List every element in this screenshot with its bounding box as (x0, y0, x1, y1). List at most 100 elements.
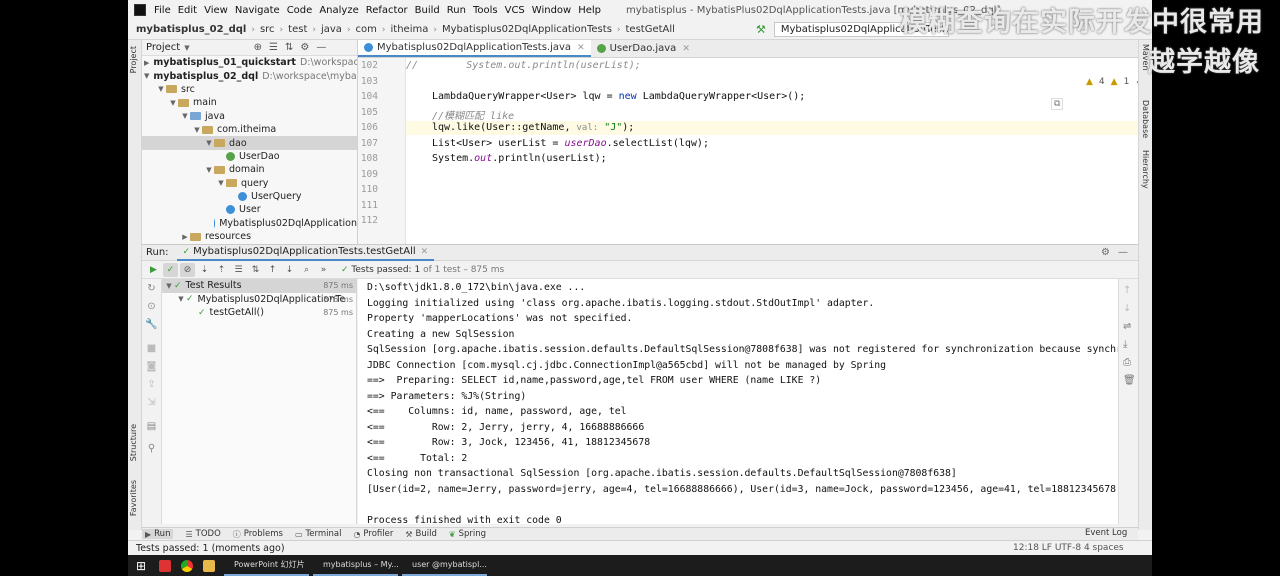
chevron-down-icon[interactable]: ▼ (184, 44, 189, 52)
console-output[interactable]: D:\soft\jdk1.8.0_172\bin\java.exe ... Lo… (358, 279, 1118, 524)
test-result-row[interactable]: ✓ testGetAll() 875 ms (162, 306, 356, 320)
chevron-down-icon[interactable]: ▼ (204, 139, 214, 147)
layout-icon[interactable]: ▤ (145, 421, 158, 432)
breadcrumb-class[interactable]: Mybatisplus02DqlApplicationTests (442, 24, 612, 35)
menu-navigate[interactable]: Navigate (235, 5, 280, 16)
app-icon-red[interactable] (154, 555, 176, 576)
tool-tab-problems[interactable]: ⓘ Problems (233, 529, 283, 540)
breadcrumb-test[interactable]: test (288, 24, 307, 35)
up-arrow-icon[interactable]: ↑ (265, 263, 280, 277)
minimize-icon[interactable]: — (1118, 247, 1128, 258)
down-arrow-icon[interactable]: ↓ (1123, 303, 1131, 314)
test-result-row[interactable]: ▼ ✓ Mybatisplus02DqlApplicationTe 875 ms (162, 293, 356, 307)
breadcrumb-method[interactable]: testGetAll (626, 24, 675, 35)
tool-tab-build[interactable]: ⚒ Build (405, 529, 437, 539)
chevron-down-icon[interactable]: ▼ (164, 282, 174, 290)
chevron-down-icon[interactable]: ▼ (144, 72, 149, 80)
collapse-all-icon[interactable]: ⇅ (248, 263, 263, 277)
structure-tool-tab[interactable]: Structure (129, 424, 138, 461)
show-ignored-icon[interactable]: ⊘ (180, 262, 195, 277)
menu-edit[interactable]: Edit (178, 5, 197, 16)
chevron-down-icon[interactable]: ▼ (216, 179, 226, 187)
menu-tools[interactable]: Tools (473, 5, 498, 16)
task-database[interactable]: user @mybatispl... (402, 555, 487, 576)
task-intellij[interactable]: mybatisplus – My... (313, 555, 398, 576)
tree-item[interactable]: ▼ mybatisplus_02_dql D:\workspace\mybati… (142, 69, 357, 82)
target-icon[interactable]: ⊕ (254, 42, 262, 53)
chevron-right-icon[interactable]: ▶ (144, 59, 149, 67)
menu-file[interactable]: File (154, 5, 171, 16)
reader-mode-icon[interactable]: ⧉ (1051, 98, 1064, 110)
chrome-icon[interactable] (176, 555, 198, 576)
menu-view[interactable]: View (204, 5, 228, 16)
up-arrow-icon[interactable]: ↑ (1123, 285, 1131, 296)
gear-icon[interactable]: ⚙ (1101, 247, 1110, 258)
breadcrumb-module[interactable]: mybatisplus_02_dql (136, 24, 246, 35)
menu-build[interactable]: Build (415, 5, 440, 16)
breadcrumb-itheima[interactable]: itheima (391, 24, 429, 35)
project-tool-tab[interactable]: Project (129, 46, 138, 73)
chevron-down-icon[interactable]: ▼ (192, 126, 202, 134)
breadcrumb-src[interactable]: src (260, 24, 275, 35)
down-arrow-icon[interactable]: ↓ (282, 263, 297, 277)
tree-item[interactable]: ▶ mybatisplus_01_quickstart D:\workspace… (142, 56, 357, 69)
close-icon[interactable]: ✕ (577, 43, 585, 53)
tab-userdao-java[interactable]: UserDao.java ✕ (591, 40, 696, 57)
toggle-auto-test-icon[interactable]: ⊙ (145, 301, 158, 312)
menu-code[interactable]: Code (287, 5, 313, 16)
tab-tests-java[interactable]: Mybatisplus02DqlApplicationTests.java ✕ (358, 40, 591, 57)
tree-item[interactable]: ▶ resources (142, 230, 357, 243)
menu-help[interactable]: Help (578, 5, 601, 16)
chevron-down-icon[interactable]: ▼ (176, 295, 186, 303)
sort-duration-icon[interactable]: ⇡ (214, 263, 229, 277)
database-tool-tab[interactable]: Database (1141, 100, 1150, 138)
tool-tab-profiler[interactable]: ◔ Profiler (353, 529, 393, 539)
chevron-right-icon[interactable]: ▶ (180, 233, 190, 241)
event-log-button[interactable]: Event Log (1085, 528, 1127, 538)
tool-tab-todo[interactable]: ☰ TODO (185, 529, 220, 539)
scroll-to-end-icon[interactable]: ⤓ (1123, 339, 1127, 350)
folder-icon[interactable] (198, 555, 220, 576)
tree-item[interactable]: ▼ java (142, 110, 357, 123)
chevron-down-icon[interactable]: ▼ (156, 85, 166, 93)
expand-all-icon[interactable]: ☰ (269, 42, 278, 53)
soft-wrap-icon[interactable]: ⇌ (1123, 321, 1131, 332)
tree-item[interactable]: UserDao (142, 150, 357, 163)
expand-all-icon[interactable]: ☰ (231, 263, 246, 277)
show-passed-icon[interactable]: ✓ (163, 262, 178, 277)
import-icon[interactable]: ⇲ (145, 397, 158, 408)
search-icon[interactable]: ⌕ (299, 263, 314, 277)
tool-tab-run[interactable]: ▶ Run (142, 529, 174, 539)
test-result-row[interactable]: ▼ ✓ Test Results 875 ms (162, 279, 356, 293)
tree-item[interactable]: ▼ main (142, 96, 357, 109)
hammer-icon[interactable]: ⚒ (756, 23, 766, 36)
chevron-down-icon[interactable]: ▼ (168, 99, 178, 107)
tree-item[interactable]: ▼ src (142, 83, 357, 96)
run-tab[interactable]: ✓ Mybatisplus02DqlApplicationTests.testG… (176, 245, 435, 261)
breadcrumb-java[interactable]: java (321, 24, 342, 35)
minimize-icon[interactable]: — (316, 42, 326, 53)
project-panel-title[interactable]: Project (146, 42, 180, 53)
menu-analyze[interactable]: Analyze (319, 5, 358, 16)
code-area[interactable]: // System.out.println(userList); LambdaQ… (406, 58, 1138, 244)
rerun-failed-icon[interactable]: ↻ (145, 283, 158, 294)
chevron-down-icon[interactable]: ▼ (204, 166, 214, 174)
sort-alpha-icon[interactable]: ⇣ (197, 263, 212, 277)
chevron-down-icon[interactable]: ▼ (180, 112, 190, 120)
menu-refactor[interactable]: Refactor (366, 5, 408, 16)
menu-window[interactable]: Window (532, 5, 571, 16)
more-icon[interactable]: » (316, 263, 331, 277)
favorites-tool-tab[interactable]: Favorites (129, 480, 138, 516)
tree-item[interactable]: ▼ com.itheima (142, 123, 357, 136)
tree-item[interactable]: Mybatisplus02DqlApplication (142, 217, 357, 230)
tree-item[interactable]: User (142, 203, 357, 216)
stop-icon[interactable]: ■ (145, 343, 158, 354)
camera-icon[interactable]: ◙ (145, 361, 158, 372)
pin-icon[interactable]: ⚲ (145, 443, 158, 454)
breadcrumb-com[interactable]: com (356, 24, 377, 35)
tool-tab-spring[interactable]: ❦ Spring (449, 529, 486, 539)
close-icon[interactable]: ✕ (421, 247, 429, 257)
print-icon[interactable]: ⎙ (1123, 357, 1131, 368)
menu-vcs[interactable]: VCS (505, 5, 525, 16)
windows-start-icon[interactable]: ⊞ (128, 559, 154, 573)
